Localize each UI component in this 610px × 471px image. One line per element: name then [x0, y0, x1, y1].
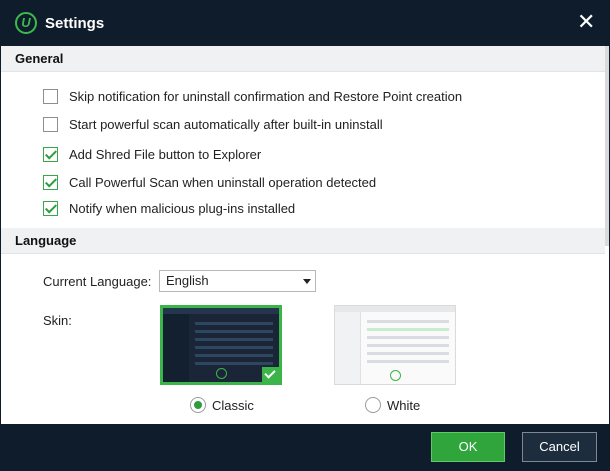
thumb-row: [367, 328, 449, 331]
thumb-action-ring: [390, 370, 401, 381]
settings-window: U Settings ✕ General Skip notification f…: [0, 0, 610, 471]
skin-radio-white[interactable]: White: [365, 397, 420, 413]
checkmark-icon: [262, 367, 279, 382]
close-icon[interactable]: ✕: [577, 11, 595, 33]
thumb-row: [195, 346, 273, 349]
checkbox[interactable]: [43, 200, 58, 216]
thumb-sidebar: [163, 314, 189, 382]
thumb-row: [367, 320, 449, 323]
current-language-label: Current Language:: [43, 274, 152, 289]
chevron-down-icon: [303, 279, 311, 284]
thumb-row: [195, 322, 273, 325]
thumb-row: [195, 338, 273, 341]
thumb-row: [195, 330, 273, 333]
radio-button[interactable]: [365, 397, 381, 413]
skin-radio-classic[interactable]: Classic: [190, 397, 254, 413]
ok-button[interactable]: OK: [431, 432, 505, 462]
thumb-row: [367, 344, 449, 347]
section-header-general: General: [1, 46, 605, 72]
option-shred-file-button[interactable]: Add Shred File button to Explorer: [43, 145, 261, 163]
radio-label: Classic: [212, 397, 254, 413]
skin-thumbnail-white[interactable]: [334, 305, 456, 385]
thumb-action-ring: [216, 368, 227, 379]
checkbox[interactable]: [43, 116, 58, 132]
dialog-footer: OK Cancel: [1, 424, 609, 470]
scrollbar[interactable]: [605, 46, 609, 246]
checkbox[interactable]: [43, 174, 58, 190]
option-notify-malicious-plugins[interactable]: Notify when malicious plug-ins installed: [43, 199, 295, 217]
option-auto-powerful-scan[interactable]: Start powerful scan automatically after …: [43, 115, 383, 133]
option-label: Call Powerful Scan when uninstall operat…: [69, 174, 377, 190]
option-label: Notify when malicious plug-ins installed: [69, 200, 296, 216]
thumb-row: [367, 336, 449, 339]
thumb-row: [195, 354, 273, 357]
title-bar[interactable]: U Settings ✕: [1, 1, 609, 46]
option-label: Skip notification for uninstall confirma…: [69, 88, 463, 104]
app-logo-icon: U: [15, 12, 37, 34]
thumb-row: [367, 352, 449, 355]
section-header-language: Language: [1, 228, 605, 254]
option-skip-notification[interactable]: Skip notification for uninstall confirma…: [43, 87, 462, 105]
thumb-row: [195, 362, 273, 365]
window-title: Settings: [45, 15, 105, 32]
thumb-row: [367, 360, 449, 363]
radio-button[interactable]: [190, 397, 206, 413]
skin-thumbnail-classic[interactable]: [160, 305, 282, 385]
cancel-button[interactable]: Cancel: [522, 432, 597, 462]
language-select[interactable]: English: [159, 270, 316, 292]
radio-label: White: [387, 397, 421, 413]
language-select-value: English: [166, 273, 209, 288]
option-label: Start powerful scan automatically after …: [69, 116, 383, 132]
thumb-sidebar: [335, 312, 361, 384]
checkbox[interactable]: [43, 88, 58, 104]
skin-label: Skin:: [43, 313, 72, 328]
checkbox[interactable]: [43, 146, 58, 162]
option-label: Add Shred File button to Explorer: [69, 146, 262, 162]
option-call-powerful-scan[interactable]: Call Powerful Scan when uninstall operat…: [43, 173, 376, 191]
